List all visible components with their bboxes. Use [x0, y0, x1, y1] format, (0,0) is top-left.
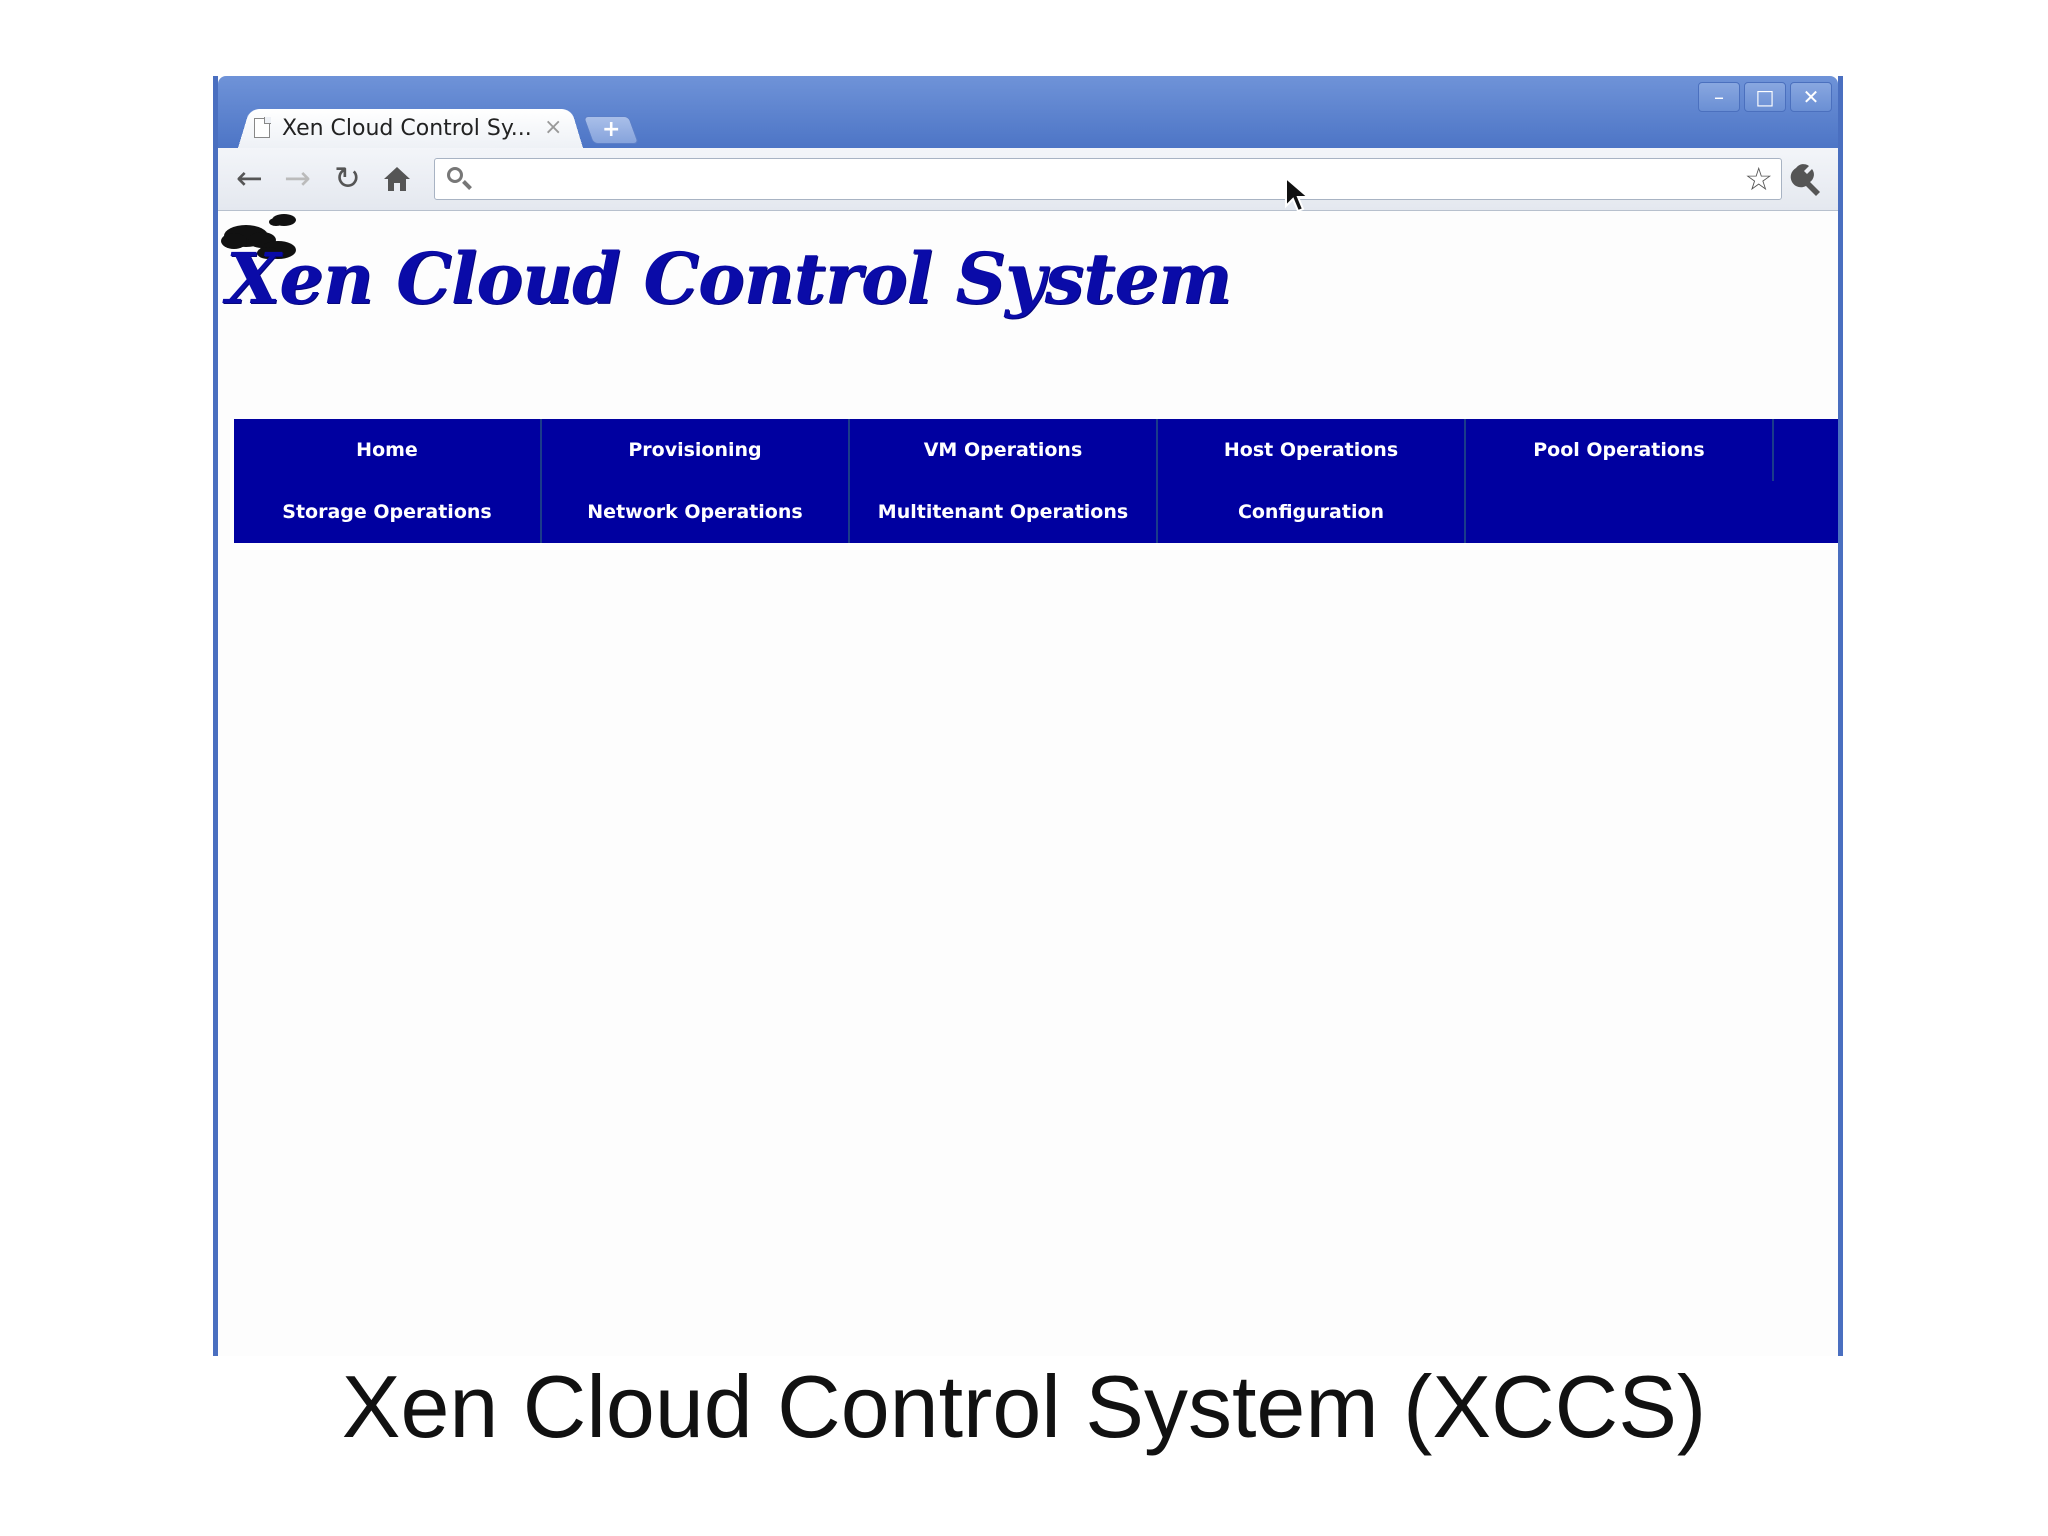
wrench-icon[interactable] [1788, 158, 1828, 198]
menu-item-vm-operations[interactable]: VM Operations [850, 419, 1158, 481]
page-icon [254, 117, 271, 138]
maximize-button[interactable]: □ [1744, 82, 1786, 112]
menu-item-multitenant-operations[interactable]: Multitenant Operations [850, 481, 1158, 543]
forward-arrow-icon[interactable]: → [284, 160, 311, 196]
slide-caption: Xen Cloud Control System (XCCS) [341, 1357, 1707, 1456]
back-arrow-icon[interactable]: ← [236, 160, 263, 196]
menu-item-pool-operations[interactable]: Pool Operations [1466, 419, 1774, 481]
tab-title: Xen Cloud Control Sy... [282, 115, 532, 141]
tab-close-icon[interactable]: × [544, 114, 562, 142]
menu-item-configuration[interactable]: Configuration [1158, 481, 1466, 543]
menu-item-home[interactable]: Home [234, 419, 542, 481]
plus-icon: + [601, 117, 621, 142]
menu-item-provisioning[interactable]: Provisioning [542, 419, 850, 481]
address-bar[interactable]: ☆ [434, 158, 1782, 200]
menu-item-network-operations[interactable]: Network Operations [542, 481, 850, 543]
browser-tab-content[interactable]: Xen Cloud Control Sy... [254, 110, 574, 146]
home-icon[interactable] [382, 164, 412, 201]
new-tab-button[interactable]: + [582, 116, 640, 144]
menu-item-host-operations[interactable]: Host Operations [1158, 419, 1466, 481]
menu-item-storage-operations[interactable]: Storage Operations [234, 481, 542, 543]
slide: Xen Cloud Control Sy... × + – □ ✕ ← → ↻ … [0, 0, 2048, 1536]
mouse-cursor-icon [1285, 176, 1311, 213]
reload-icon[interactable]: ↻ [334, 160, 361, 196]
address-input[interactable] [479, 163, 1683, 197]
site-logo-text[interactable]: Xen Cloud Control System [226, 237, 1232, 320]
browser-titlebar[interactable]: Xen Cloud Control Sy... × + – □ ✕ [218, 76, 1838, 148]
home-icon-glyph [384, 167, 410, 191]
web-page: Xen Cloud Control System Home Provisioni… [218, 211, 1838, 1356]
browser-window: Xen Cloud Control Sy... × + – □ ✕ ← → ↻ … [213, 76, 1843, 1356]
window-controls: – □ ✕ [1698, 82, 1832, 112]
bookmark-star-icon[interactable]: ☆ [1744, 161, 1773, 197]
minimize-button[interactable]: – [1698, 82, 1740, 112]
main-menu: Home Provisioning VM Operations Host Ope… [234, 419, 1838, 543]
close-window-button[interactable]: ✕ [1790, 82, 1832, 112]
wrench-icon-glyph [1790, 164, 1820, 196]
search-icon [447, 167, 463, 183]
